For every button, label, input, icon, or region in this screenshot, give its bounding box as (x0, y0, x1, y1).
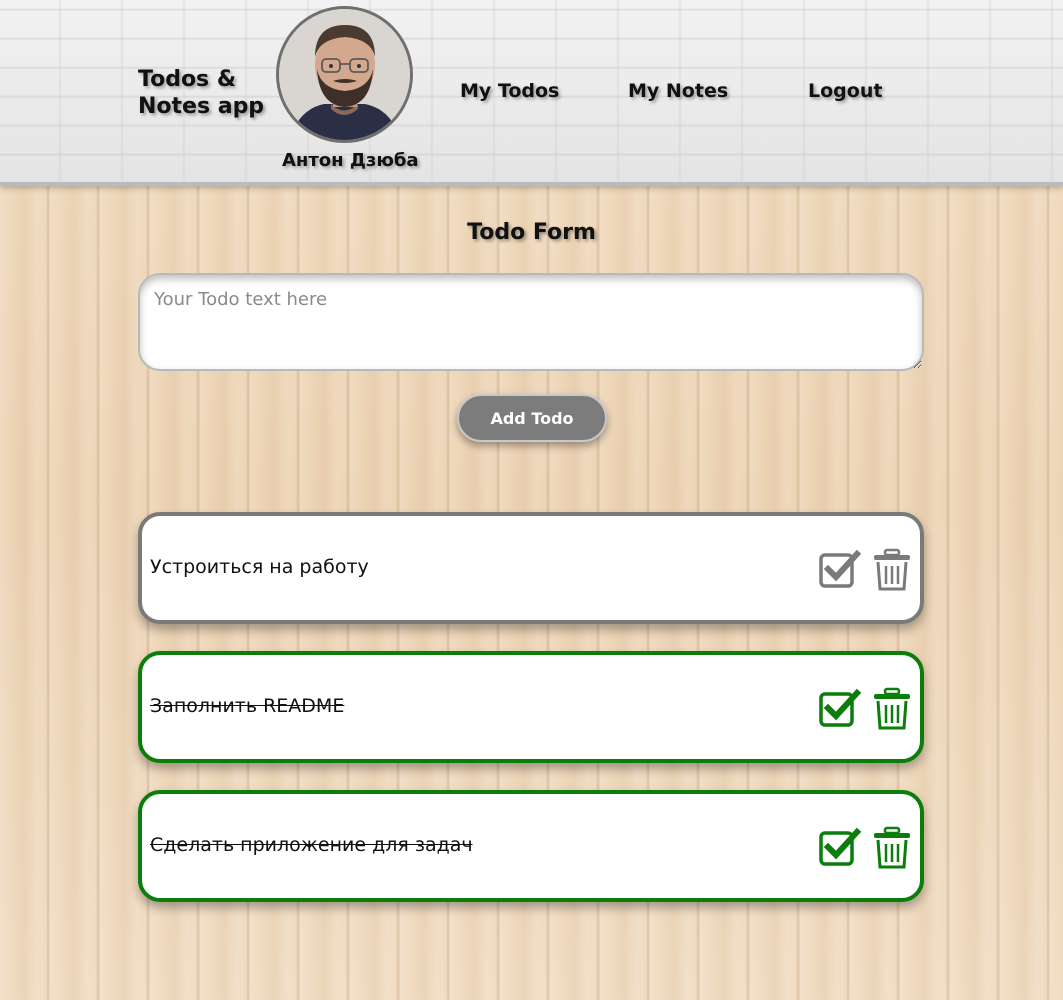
nav-my-todos[interactable]: My Todos (460, 80, 559, 102)
add-todo-button[interactable]: Add Todo (457, 394, 607, 442)
todo-item-text: Заполнить README (150, 695, 345, 717)
user-name: Антон Дзюба (282, 150, 419, 171)
checkbox-checked-icon[interactable] (818, 826, 862, 870)
trash-icon[interactable] (870, 826, 914, 870)
trash-icon[interactable] (870, 687, 914, 731)
app-header: Todos & Notes app Антон Дзюба My Todos M… (0, 0, 1063, 186)
user-photo (279, 9, 410, 140)
nav-my-notes[interactable]: My Notes (628, 80, 728, 102)
checkbox-checked-icon[interactable] (818, 548, 862, 592)
trash-icon[interactable] (870, 548, 914, 592)
todo-text-input[interactable] (138, 273, 924, 371)
nav-logout[interactable]: Logout (808, 80, 882, 102)
todo-item: Сделать приложение для задач (138, 790, 924, 902)
app-logo[interactable]: Todos & Notes app (138, 66, 268, 120)
todo-item: Заполнить README (138, 651, 924, 763)
form-title: Todo Form (467, 220, 596, 245)
logo-line-2: Notes app (138, 94, 265, 119)
logo-line-1: Todos & (138, 67, 237, 92)
avatar (276, 6, 413, 143)
todo-item-text: Устроиться на работу (150, 556, 369, 578)
todo-item: Устроиться на работу (138, 512, 924, 624)
checkbox-checked-icon[interactable] (818, 687, 862, 731)
todo-item-text: Сделать приложение для задач (150, 834, 473, 856)
